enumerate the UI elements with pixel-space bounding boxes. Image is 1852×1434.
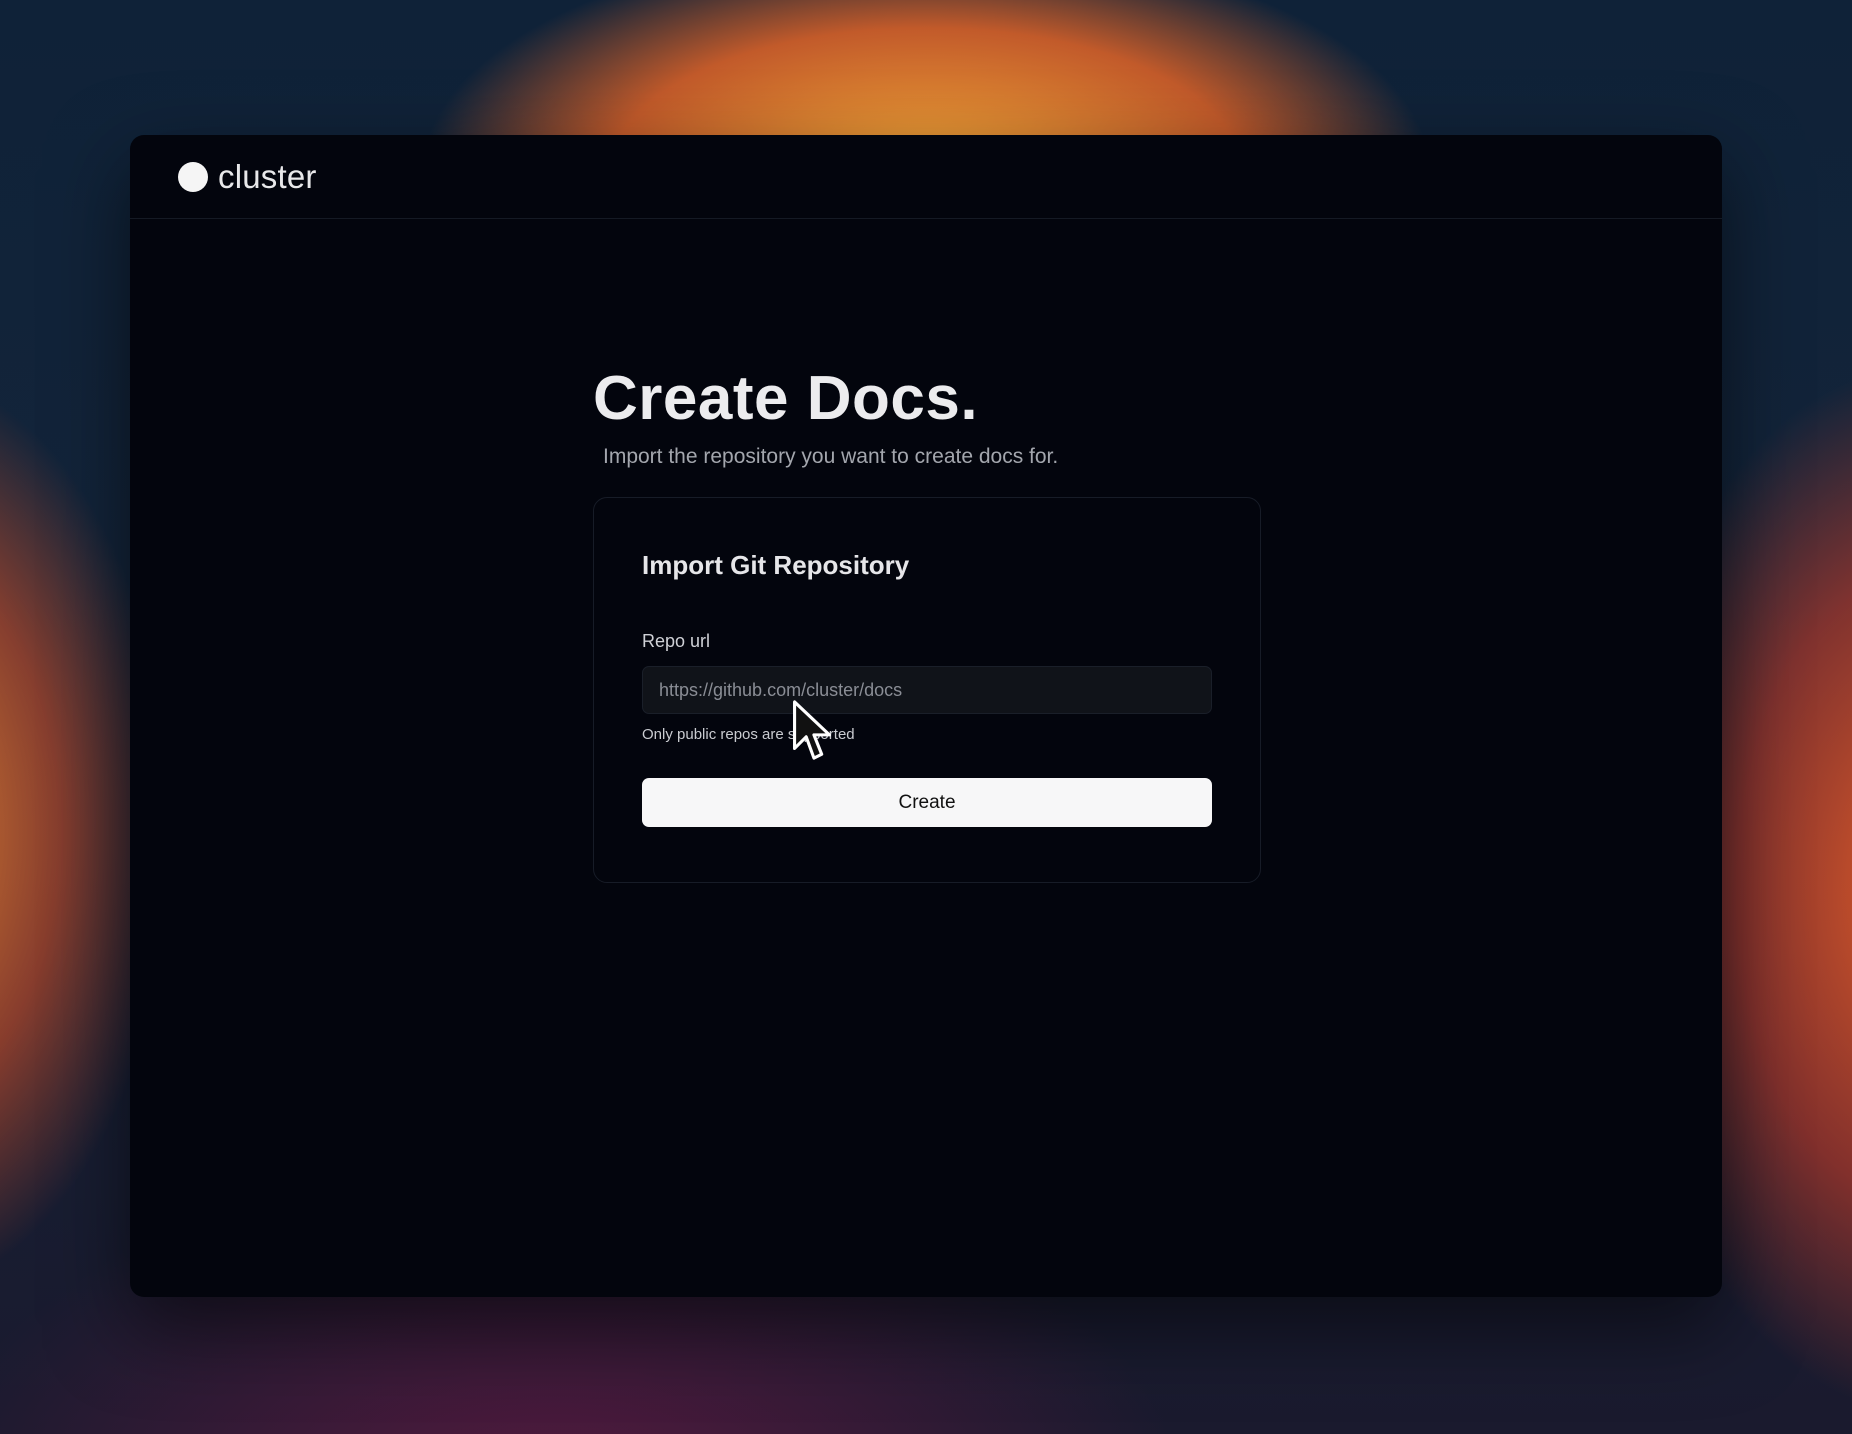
top-bar: cluster	[130, 135, 1722, 219]
import-card: Import Git Repository Repo url Only publ…	[593, 497, 1261, 884]
repo-url-label: Repo url	[642, 631, 711, 652]
app-window: cluster Create Docs. Import the reposito…	[130, 135, 1722, 1297]
create-button[interactable]: Create	[642, 778, 1212, 828]
card-title: Import Git Repository	[642, 550, 910, 581]
page-title: Create Docs.	[593, 364, 979, 433]
page-subtitle: Import the repository you want to create…	[603, 445, 1059, 469]
main-content: Create Docs. Import the repository you w…	[593, 364, 1293, 884]
logo-text[interactable]: cluster	[218, 158, 317, 196]
mouse-pointer-icon	[793, 700, 831, 760]
repo-url-input[interactable]	[642, 666, 1212, 715]
logo-dot-icon	[178, 161, 208, 192]
repo-url-hint: Only public repos are supported	[642, 726, 855, 744]
